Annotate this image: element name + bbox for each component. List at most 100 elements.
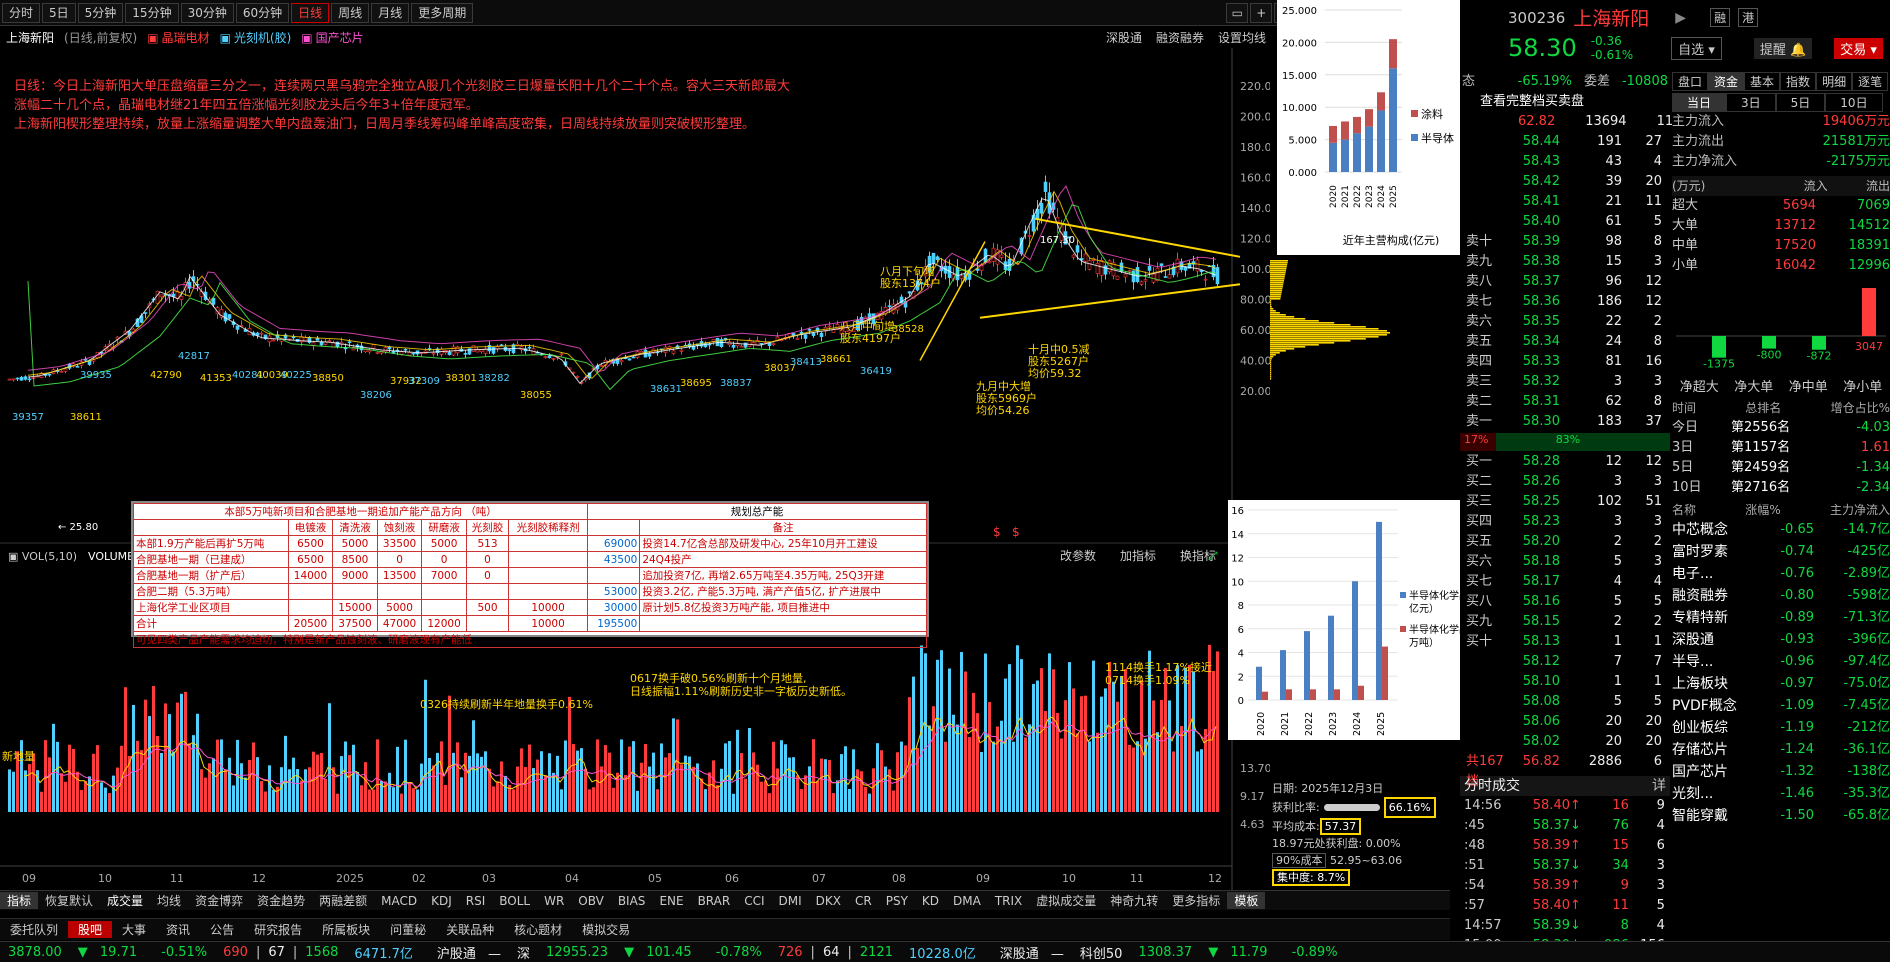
rong-badge[interactable]: 融	[1710, 8, 1731, 27]
bottom-tab[interactable]: 关联品种	[436, 921, 504, 938]
period-button[interactable]: 日线	[291, 2, 330, 23]
book-link[interactable]: 查看完整档买卖盘	[1460, 92, 1670, 112]
cost-select[interactable]: 90%成本	[1272, 853, 1327, 868]
book-row: 卖十 58.39 98 8	[1460, 232, 1670, 252]
fund-tab[interactable]: 基本	[1744, 72, 1781, 91]
bottom-tab[interactable]: 所属板块	[312, 921, 380, 938]
indicator-tab[interactable]: MACD	[374, 894, 424, 908]
indicator-tab[interactable]: DMA	[946, 894, 988, 908]
indicator-tab[interactable]: 模板	[1227, 892, 1266, 909]
plus-icon[interactable]: +	[1250, 2, 1273, 23]
next-arrow-icon[interactable]: ▶	[1675, 10, 1686, 26]
indicator-tab[interactable]: BIAS	[611, 894, 653, 908]
net-flow-label: -800	[1757, 349, 1782, 362]
indicator-tab[interactable]: 资金博弈	[188, 892, 250, 909]
period-button[interactable]: 5日	[42, 2, 76, 23]
indicator-tab[interactable]: PSY	[879, 894, 915, 908]
indicator-tab[interactable]: 成交量	[100, 892, 150, 909]
kline-chart[interactable]: 220.00200.00180.00160.00140.00120.00100.…	[0, 48, 1270, 890]
window-icon[interactable]: ▭	[1226, 2, 1249, 23]
indicator-tab[interactable]: ENE	[652, 894, 690, 908]
concept-row[interactable]: 光刻... -1.46 -35.3亿	[1672, 784, 1890, 806]
fund-subtab[interactable]: 3日	[1726, 93, 1776, 112]
fund-tab[interactable]: 明细	[1816, 72, 1853, 91]
sgt-label[interactable]: 深股通 —	[984, 943, 1072, 962]
concept-row[interactable]: 存储芯片 -1.24 -36.1亿	[1672, 740, 1890, 762]
book-price: 58.28	[1522, 454, 1560, 469]
zixuan-button[interactable]: 自选 ▾	[1671, 36, 1722, 60]
concept-row[interactable]: 深股通 -0.93 -396亿	[1672, 630, 1890, 652]
concept-tag[interactable]: ▣ 晶瑞电材	[147, 31, 209, 45]
bottom-tab[interactable]: 问董秘	[380, 921, 436, 938]
period-button[interactable]: 30分钟	[180, 2, 234, 23]
indicator-tab[interactable]: TRIX	[988, 894, 1029, 908]
period-button[interactable]: 5分钟	[77, 2, 124, 23]
concept-row[interactable]: 国产芯片 -1.32 -138亿	[1672, 762, 1890, 784]
bottom-tab[interactable]: 资讯	[156, 921, 200, 938]
indicator-tab[interactable]: 两融差额	[312, 892, 374, 909]
period-button[interactable]: 分时	[2, 2, 41, 23]
period-button[interactable]: 月线	[371, 2, 410, 23]
gang-badge[interactable]: 港	[1738, 8, 1759, 27]
concept-tag[interactable]: ▣ 国产芯片	[301, 31, 363, 45]
indicator-tab[interactable]: CR	[848, 894, 879, 908]
indicator-tab[interactable]: 虚拟成交量	[1029, 892, 1103, 909]
fund-tab[interactable]: 资金	[1708, 72, 1745, 91]
trade-button[interactable]: 交易 ▾	[1834, 37, 1883, 59]
indicator-tab[interactable]: 恢复默认	[38, 892, 100, 909]
period-button[interactable]: 60分钟	[235, 2, 290, 23]
concept-row[interactable]: 半导... -0.96 -97.4亿	[1672, 652, 1890, 674]
concept-row[interactable]: 智能穿戴 -1.50 -65.8亿	[1672, 806, 1890, 828]
concept-row[interactable]: 上海板块 -0.97 -75.0亿	[1672, 674, 1890, 696]
bottom-tab[interactable]: 核心题材	[504, 921, 572, 938]
indicator-tab[interactable]: BOLL	[492, 894, 537, 908]
indicator-tab[interactable]: 神奇九转	[1103, 892, 1165, 909]
indicator-tab[interactable]: WR	[537, 894, 571, 908]
period-button[interactable]: 15分钟	[125, 2, 179, 23]
period-button[interactable]: 周线	[331, 2, 370, 23]
concept-row[interactable]: 电子... -0.76 -2.89亿	[1672, 564, 1890, 586]
hgt-label[interactable]: 沪股通 —	[421, 943, 509, 962]
bottom-tab[interactable]: 大事	[112, 921, 156, 938]
expand-icon[interactable]: ⤢	[1207, 549, 1218, 563]
concept-row[interactable]: 中芯概念 -0.65 -14.7亿	[1672, 520, 1890, 542]
concept-row[interactable]: 富时罗素 -0.74 -425亿	[1672, 542, 1890, 564]
title-link[interactable]: 设置均线	[1218, 29, 1266, 46]
bottom-tab[interactable]: 模拟交易	[572, 921, 640, 938]
indicator-tab[interactable]: BRAR	[691, 894, 738, 908]
fund-subtab[interactable]: 当日	[1672, 93, 1727, 112]
bottom-tab[interactable]: 公告	[200, 921, 244, 938]
title-link[interactable]: 融资融券	[1156, 29, 1204, 46]
fund-tab[interactable]: 指数	[1780, 72, 1817, 91]
table-total-header: 规划总产能	[587, 503, 927, 520]
concept-row[interactable]: 创业板综 -1.19 -212亿	[1672, 718, 1890, 740]
bottom-tab[interactable]: 研究报告	[244, 921, 312, 938]
indicator-tab[interactable]: 均线	[150, 892, 188, 909]
concept-row[interactable]: PVDF概念 -1.09 -7.45亿	[1672, 696, 1890, 718]
indicator-tab[interactable]: DKX	[809, 894, 848, 908]
fund-tab[interactable]: 逐笔	[1852, 72, 1889, 91]
vol-panel-link[interactable]: 加指标	[1120, 548, 1156, 563]
bottom-tab[interactable]: 股吧	[68, 921, 113, 938]
concept-tag[interactable]: ▣ 光刻机(胶)	[220, 31, 292, 45]
indicator-tab[interactable]: RSI	[459, 894, 493, 908]
indicator-tab[interactable]: 资金趋势	[250, 892, 312, 909]
fund-tab[interactable]: 盘口	[1672, 72, 1709, 91]
title-link[interactable]: 深股通	[1106, 29, 1142, 46]
fund-subtab[interactable]: 5日	[1775, 93, 1826, 112]
fund-subtab[interactable]: 10日	[1825, 93, 1883, 112]
indicator-tab[interactable]: 更多指标	[1165, 892, 1227, 909]
bottom-tab[interactable]: 委托队列	[0, 921, 68, 938]
indicator-tab[interactable]: OBV	[571, 894, 611, 908]
indicator-tab[interactable]: KDJ	[424, 894, 459, 908]
alert-button[interactable]: 提醒 🔔	[1753, 37, 1813, 59]
concept-row[interactable]: 专精特新 -0.89 -71.3亿	[1672, 608, 1890, 630]
indicator-tab[interactable]: DMI	[772, 894, 809, 908]
vol-panel-link[interactable]: 改参数	[1060, 548, 1096, 563]
indicator-tab[interactable]: 指标	[0, 892, 39, 909]
indicator-tab[interactable]: KD	[915, 894, 946, 908]
ticks-detail[interactable]: 详	[1652, 776, 1666, 796]
indicator-tab[interactable]: CCI	[737, 894, 771, 908]
period-button[interactable]: 更多周期	[411, 2, 474, 23]
concept-row[interactable]: 融资融券 -0.80 -598亿	[1672, 586, 1890, 608]
